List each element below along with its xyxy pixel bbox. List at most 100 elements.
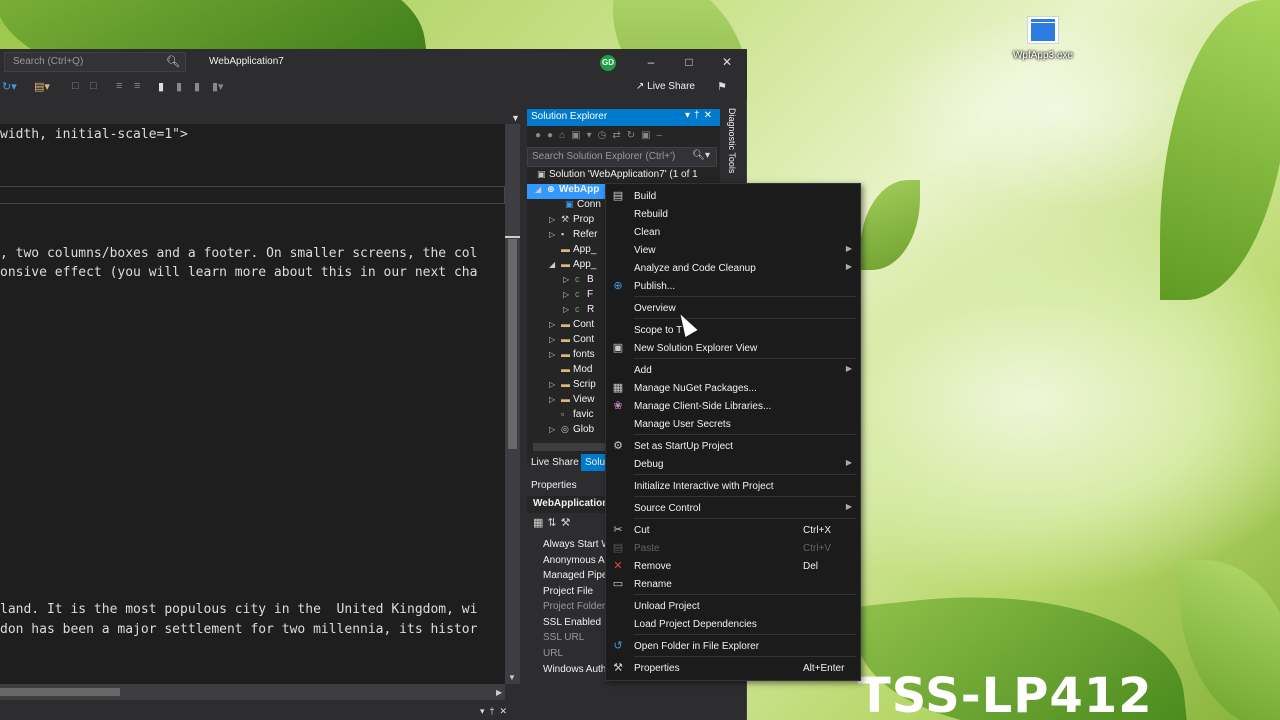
editor-horizontal-scrollbar[interactable] bbox=[0, 684, 505, 700]
comment-icon[interactable]: □ bbox=[72, 80, 79, 92]
expand-arrow-icon[interactable]: ▷ bbox=[549, 215, 561, 224]
clear-bookmarks-icon[interactable]: ▮▾ bbox=[212, 80, 224, 93]
expand-arrow-icon[interactable]: ▷ bbox=[549, 320, 561, 329]
menu-item-manage-client-libraries[interactable]: ❀ Manage Client-Side Libraries... bbox=[606, 397, 860, 415]
expand-arrow-icon[interactable]: ▷ bbox=[563, 305, 575, 314]
expand-arrow-icon[interactable]: ▷ bbox=[563, 275, 575, 284]
uncomment-icon[interactable]: □ bbox=[90, 80, 97, 92]
tree-item[interactable]: ▷ ▬ fonts bbox=[549, 349, 605, 364]
code-editor[interactable]: width, initial-scale=1"> , two columns/b… bbox=[0, 124, 520, 684]
folder-icon[interactable]: ▤▾ bbox=[34, 80, 50, 93]
scrollbar-thumb[interactable] bbox=[508, 239, 517, 449]
menu-item-clean[interactable]: Clean bbox=[606, 223, 860, 241]
property-name[interactable]: Managed Pipe bbox=[543, 570, 608, 581]
tree-item[interactable]: ▷ ▬ Scrip bbox=[549, 379, 605, 394]
tree-item[interactable]: ▷ c R bbox=[563, 304, 605, 319]
property-name[interactable]: Always Start W bbox=[543, 539, 611, 550]
desktop-shortcut-wpfapp3[interactable]: WpfApp3.exe bbox=[1008, 16, 1078, 61]
menu-item-debug[interactable]: Debug ▶ bbox=[606, 455, 860, 473]
expand-arrow-icon[interactable]: ▷ bbox=[549, 395, 561, 404]
property-name[interactable]: Windows Auth bbox=[543, 664, 606, 675]
expand-arrow-icon[interactable]: ▷ bbox=[549, 425, 561, 434]
menu-item-open-folder[interactable]: ↺ Open Folder in File Explorer bbox=[606, 637, 860, 655]
menu-item-set-startup[interactable]: ⚙ Set as StartUp Project bbox=[606, 437, 860, 455]
menu-item-publish[interactable]: ⊕ Publish... bbox=[606, 277, 860, 295]
tree-item[interactable]: ▷ ▬ Cont bbox=[549, 319, 605, 334]
tree-item[interactable]: ▷ c B bbox=[563, 274, 605, 289]
menu-item-properties[interactable]: ⚒ Properties Alt+Enter bbox=[606, 659, 860, 677]
menu-item-paste[interactable]: ▤ Paste Ctrl+V bbox=[606, 539, 860, 557]
tree-item[interactable]: ▷ ⚒ Prop bbox=[549, 214, 605, 229]
menu-item-new-solution-explorer-view[interactable]: ▣ New Solution Explorer View bbox=[606, 339, 860, 357]
solution-explorer-toolbar[interactable]: ●●⌂▣▾◷⇄↻▣‒ bbox=[527, 129, 720, 147]
tree-item[interactable]: ▷ ▪ Refer bbox=[549, 229, 605, 244]
menu-item-remove[interactable]: ✕ Remove Del bbox=[606, 557, 860, 575]
user-avatar[interactable]: GD bbox=[600, 55, 616, 71]
menu-item-load-dependencies[interactable]: Load Project Dependencies bbox=[606, 615, 860, 633]
tree-item[interactable]: ▷ ◎ Glob bbox=[549, 424, 605, 439]
feedback-icon[interactable]: ⚑ bbox=[717, 80, 727, 93]
menu-item-rename[interactable]: ▭ Rename bbox=[606, 575, 860, 593]
menu-item-scope-to-this[interactable]: Scope to T bbox=[606, 321, 860, 339]
maximize-button[interactable]: □ bbox=[679, 53, 699, 71]
tab-dropdown-icon[interactable]: ▼ bbox=[511, 113, 520, 123]
minimize-button[interactable]: ‒ bbox=[641, 53, 661, 71]
tree-item[interactable]: ▷ ▬ View bbox=[549, 394, 605, 409]
tree-item-project[interactable]: ◢ ⊕ WebApp bbox=[527, 184, 607, 199]
properties-toolbar[interactable]: ▦⇅⚒ bbox=[533, 516, 574, 529]
tab-live-share[interactable]: Live Share bbox=[531, 457, 579, 468]
menu-item-view[interactable]: View ▶ bbox=[606, 241, 860, 259]
scroll-down-icon[interactable]: ▼ bbox=[508, 673, 516, 682]
menu-item-add[interactable]: Add ▶ bbox=[606, 361, 860, 379]
tree-item[interactable]: ▣ Conn bbox=[565, 199, 605, 214]
property-name[interactable]: URL bbox=[543, 648, 563, 659]
property-name[interactable]: SSL URL bbox=[543, 632, 584, 643]
diagnostic-tools-tab[interactable]: Diagnostic Tools bbox=[723, 108, 739, 188]
panel-controls-icon[interactable]: ▾†✕ bbox=[480, 706, 512, 717]
expand-arrow-icon[interactable]: ▷ bbox=[549, 350, 561, 359]
menu-item-manage-nuget[interactable]: ▦ Manage NuGet Packages... bbox=[606, 379, 860, 397]
panel-window-controls-icon[interactable]: ▾†✕ bbox=[685, 110, 716, 121]
expand-arrow-icon[interactable]: ▷ bbox=[549, 380, 561, 389]
property-name[interactable]: Project Folder bbox=[543, 601, 605, 612]
collapse-arrow-icon[interactable]: ◢ bbox=[535, 185, 547, 194]
bookmark-icon[interactable]: ▮ bbox=[158, 80, 164, 93]
collapse-arrow-icon[interactable]: ◢ bbox=[549, 260, 561, 269]
tree-item[interactable]: ▷ c F bbox=[563, 289, 605, 304]
menu-item-overview[interactable]: Overview bbox=[606, 299, 860, 317]
next-bookmark-icon[interactable]: ▮ bbox=[194, 80, 200, 93]
property-name[interactable]: Project File bbox=[543, 586, 593, 597]
solution-explorer-hscrollbar[interactable] bbox=[533, 443, 605, 451]
menu-item-rebuild[interactable]: Rebuild bbox=[606, 205, 860, 223]
tree-item[interactable]: ▬ Mod bbox=[561, 364, 605, 379]
menu-item-source-control[interactable]: Source Control ▶ bbox=[606, 499, 860, 517]
tree-item[interactable]: ▬ App_ bbox=[561, 244, 605, 259]
expand-arrow-icon[interactable]: ▷ bbox=[563, 290, 575, 299]
menu-item-manage-user-secrets[interactable]: Manage User Secrets bbox=[606, 415, 860, 433]
scrollbar-thumb[interactable] bbox=[0, 688, 120, 696]
expand-arrow-icon[interactable]: ▷ bbox=[549, 335, 561, 344]
menu-item-initialize-interactive[interactable]: Initialize Interactive with Project bbox=[606, 477, 860, 495]
menu-item-build[interactable]: ▤ Build bbox=[606, 187, 860, 205]
editor-vertical-scrollbar[interactable] bbox=[505, 124, 520, 684]
tree-item-solution[interactable]: ▣ Solution 'WebApplication7' (1 of 1 bbox=[537, 169, 717, 184]
menu-item-analyze[interactable]: Analyze and Code Cleanup ▶ bbox=[606, 259, 860, 277]
scroll-right-icon[interactable]: ▶ bbox=[496, 688, 502, 697]
property-name[interactable]: SSL Enabled bbox=[543, 617, 601, 628]
menu-item-cut[interactable]: ✂ Cut Ctrl+X bbox=[606, 521, 860, 539]
outdent-icon[interactable]: ≡ bbox=[134, 80, 140, 92]
submenu-arrow-icon: ▶ bbox=[845, 458, 852, 467]
live-share-button[interactable]: ↗ Live Share bbox=[636, 81, 695, 92]
expand-arrow-icon[interactable]: ▷ bbox=[549, 230, 561, 239]
indent-icon[interactable]: ≡ bbox=[116, 80, 122, 92]
property-name[interactable]: Anonymous A bbox=[543, 555, 605, 566]
solution-search-input[interactable]: Search Solution Explorer (Ctrl+') 🔍︎▾ bbox=[527, 147, 717, 167]
search-input[interactable]: Search (Ctrl+Q) 🔍︎ bbox=[4, 52, 186, 72]
tree-item[interactable]: ◢ ▬ App_ bbox=[549, 259, 605, 274]
close-button[interactable]: ✕ bbox=[717, 53, 737, 71]
tree-item[interactable]: ▷ ▬ Cont bbox=[549, 334, 605, 349]
menu-item-unload-project[interactable]: Unload Project bbox=[606, 597, 860, 615]
prev-bookmark-icon[interactable]: ▮ bbox=[176, 80, 182, 93]
tree-item[interactable]: ▫ favic bbox=[561, 409, 605, 424]
refresh-icon[interactable]: ↻▾ bbox=[2, 80, 17, 93]
